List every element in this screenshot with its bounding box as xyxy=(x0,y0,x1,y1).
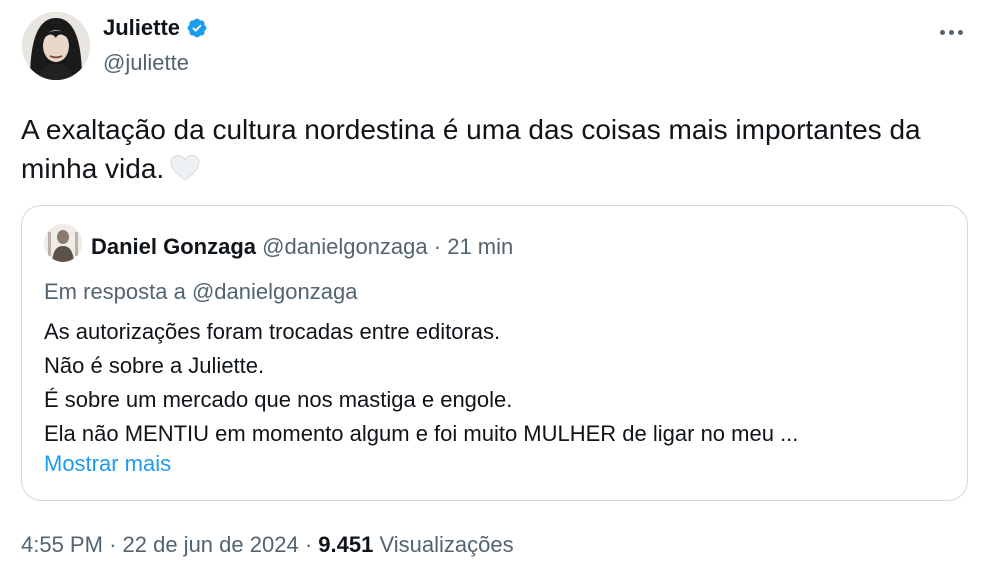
tweet-text-content: A exaltação da cultura nordestina é uma … xyxy=(21,114,921,184)
verified-badge-icon xyxy=(186,17,208,39)
author-name-row[interactable]: Juliette xyxy=(103,15,208,41)
views-count[interactable]: 9.451 xyxy=(318,532,373,557)
views-label: Visualizações xyxy=(379,532,514,557)
quoted-separator: · xyxy=(433,234,442,259)
meta-separator: · xyxy=(304,532,313,557)
quoted-text-line: Ela não MENTIU em momento algum e foi mu… xyxy=(44,421,799,446)
quoted-timestamp[interactable]: 21 min xyxy=(447,234,513,259)
author-name[interactable]: Juliette xyxy=(103,15,180,41)
more-options-icon[interactable] xyxy=(931,18,971,46)
white-heart-icon xyxy=(170,153,200,192)
tweet: Juliette @juliette A exaltação da cultur… xyxy=(0,0,1000,582)
quoted-text-line: Não é sobre a Juliette. xyxy=(44,353,265,378)
quoted-text-line: É sobre um mercado que nos mastiga e eng… xyxy=(44,387,513,412)
tweet-date[interactable]: 22 de jun de 2024 xyxy=(123,532,299,557)
author-handle[interactable]: @juliette xyxy=(103,50,189,76)
show-more-link[interactable]: Mostrar mais xyxy=(44,451,171,477)
tweet-time[interactable]: 4:55 PM xyxy=(21,532,103,557)
quoted-author-handle[interactable]: @danielgonzaga xyxy=(262,234,427,259)
author-avatar[interactable] xyxy=(22,12,90,80)
quoted-text-line: As autorizações foram trocadas entre edi… xyxy=(44,319,501,344)
reply-prefix: Em resposta a xyxy=(44,279,186,304)
quoted-reply-context: Em resposta a @danielgonzaga xyxy=(44,279,357,305)
quoted-text: As autorizações foram trocadas entre edi… xyxy=(44,315,798,451)
reply-mention-link[interactable]: @danielgonzaga xyxy=(192,279,357,304)
quoted-author-name[interactable]: Daniel Gonzaga xyxy=(91,234,256,259)
tweet-text: A exaltação da cultura nordestina é uma … xyxy=(21,110,981,192)
quoted-tweet-card[interactable]: Daniel Gonzaga @danielgonzaga · 21 min E… xyxy=(21,205,968,501)
meta-separator: · xyxy=(109,532,117,557)
quoted-header: Daniel Gonzaga @danielgonzaga · 21 min xyxy=(91,234,513,260)
quoted-author-avatar[interactable] xyxy=(44,224,82,262)
tweet-meta: 4:55 PM · 22 de jun de 2024 · 9.451 Visu… xyxy=(21,532,514,558)
